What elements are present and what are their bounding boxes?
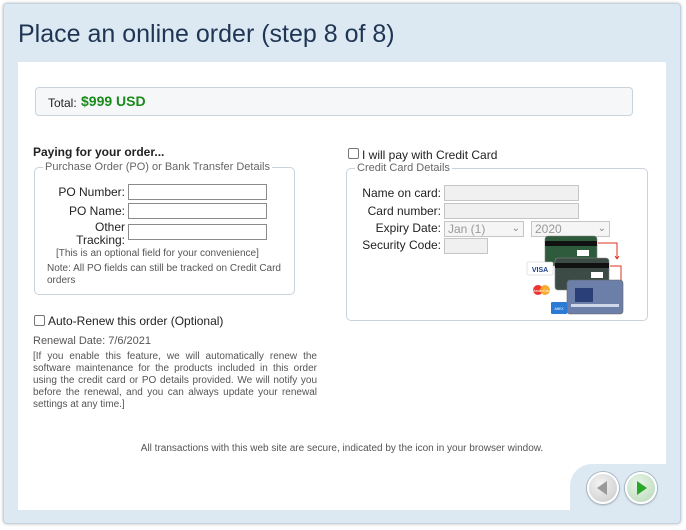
credit-card-legend: Credit Card Details	[357, 162, 450, 174]
expiry-month-value: Jan (1)	[448, 222, 486, 236]
total-value: $999 USD	[81, 93, 146, 109]
arrow-right-circle-icon	[637, 481, 647, 495]
name-on-card-label: Name on card:	[362, 186, 441, 200]
expiry-month-select[interactable]: Jan (1) ⌄	[444, 221, 524, 237]
amex-icon: AMEX	[554, 307, 564, 311]
credit-card-fieldset: Credit Card Details Name on card: Card n…	[346, 162, 648, 321]
security-code-input[interactable]	[444, 238, 488, 254]
po-legend: Purchase Order (PO) or Bank Transfer Det…	[45, 161, 270, 173]
mastercard-icon: MasterCard	[532, 289, 550, 293]
total-label: Total:	[48, 96, 77, 110]
auto-renew-label[interactable]: Auto-Renew this order (Optional)	[48, 314, 223, 328]
paying-title: Paying for your order...	[33, 145, 165, 159]
po-name-label: PO Name:	[68, 204, 125, 218]
credit-cards-illustration: VISA MasterCard AMEX	[526, 235, 624, 315]
previous-step-button[interactable]	[587, 472, 619, 504]
name-on-card-input[interactable]	[444, 185, 579, 201]
other-label-line2: Tracking:	[76, 233, 125, 247]
expiry-date-label: Expiry Date:	[375, 221, 441, 235]
nav-area	[570, 464, 666, 510]
po-number-input[interactable]	[128, 184, 267, 200]
auto-renew-checkbox[interactable]	[34, 315, 45, 326]
credit-card-checkbox-label[interactable]: I will pay with Credit Card	[362, 148, 497, 162]
credit-card-checkbox[interactable]	[348, 148, 359, 159]
optional-note: [This is an optional field for your conv…	[56, 248, 259, 259]
card-number-label: Card number:	[367, 204, 441, 218]
po-name-input[interactable]	[128, 203, 267, 219]
arrow-left-circle-icon	[597, 481, 607, 495]
renewal-date: Renewal Date: 7/6/2021	[33, 335, 152, 347]
secure-note: All transactions with this web site are …	[140, 443, 544, 454]
security-code-label: Security Code:	[362, 238, 441, 252]
other-label-line1: Other	[94, 220, 125, 234]
po-number-label: PO Number:	[58, 185, 125, 199]
renewal-description: [If you enable this feature, we will aut…	[33, 351, 317, 410]
other-tracking-input[interactable]	[128, 224, 267, 240]
order-window: Place an online order (step 8 of 8) Tota…	[3, 3, 681, 524]
po-fieldset: Purchase Order (PO) or Bank Transfer Det…	[34, 161, 295, 295]
chevron-down-icon: ⌄	[511, 223, 520, 234]
po-note: Note: All PO fields can still be tracked…	[47, 263, 281, 286]
page-title: Place an online order (step 8 of 8)	[18, 20, 395, 48]
order-panel: Total: $999 USD Paying for your order...…	[18, 62, 666, 510]
card-number-input[interactable]	[444, 203, 579, 219]
total-box: Total: $999 USD	[35, 87, 633, 116]
next-step-button[interactable]	[625, 472, 657, 504]
visa-icon: VISA	[532, 267, 548, 274]
